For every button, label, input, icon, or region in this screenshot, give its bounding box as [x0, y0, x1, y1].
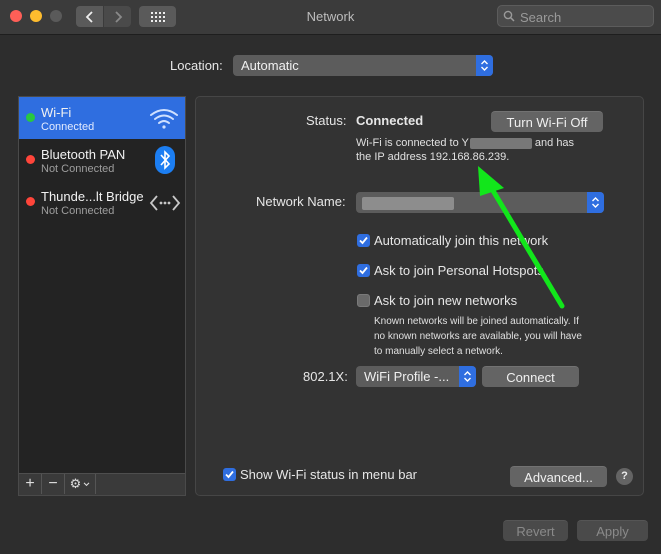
action-menu-button[interactable]: ⚙ [65, 474, 96, 494]
show-wifi-status-checkbox[interactable] [223, 468, 236, 481]
dot1x-profile-value: WiFi Profile -... [364, 369, 450, 384]
service-name: Wi-Fi [41, 105, 72, 120]
known-note-line-1: Known networks will be joined automatica… [374, 316, 579, 327]
status-label: Status: [306, 113, 347, 128]
gear-icon: ⚙ [69, 476, 82, 491]
dot1x-profile-popup[interactable]: WiFi Profile -... [356, 366, 476, 387]
status-dot [26, 197, 35, 206]
redacted-network-value [362, 197, 454, 211]
ask-new-networks-label: Ask to join new networks [374, 293, 518, 308]
service-list: Wi-Fi Connected Bluetooth PAN Not Connec… [18, 96, 186, 496]
location-value: Automatic [241, 58, 299, 73]
popup-arrows-icon [459, 366, 476, 387]
service-status: Connected [41, 121, 95, 133]
known-note-line-2: no known networks are available, you wil… [374, 331, 582, 342]
wifi-icon [150, 109, 178, 129]
search-field[interactable] [497, 5, 654, 27]
advanced-button[interactable]: Advanced... [510, 466, 607, 487]
auto-join-checkbox[interactable] [357, 234, 370, 247]
ask-hotspots-checkbox[interactable] [357, 264, 370, 277]
checkmark-icon [225, 470, 234, 479]
status-dot [26, 155, 35, 164]
turn-wifi-off-button[interactable]: Turn Wi-Fi Off [491, 111, 603, 132]
chevron-down-icon [83, 481, 90, 486]
title-bar: Network [0, 0, 661, 35]
redacted-network-name [469, 137, 532, 149]
popup-arrows-icon [476, 55, 493, 76]
status-desc-part-1: Wi-Fi is connected to Y [356, 137, 469, 149]
status-dot [26, 113, 35, 122]
location-label: Location: [170, 58, 223, 73]
service-item-thunderbolt-bridge[interactable]: Thunde...lt Bridge Not Connected [19, 181, 185, 223]
service-status: Not Connected [41, 205, 115, 217]
add-service-button[interactable]: + [19, 474, 42, 494]
status-description: Wi-Fi is connected to Y and has the IP ad… [356, 136, 574, 164]
service-item-bluetooth-pan[interactable]: Bluetooth PAN Not Connected [19, 139, 185, 181]
bluetooth-icon [155, 146, 175, 174]
network-name-label: Network Name: [256, 194, 346, 209]
service-list-toolbar: + − ⚙ [19, 473, 185, 495]
status-desc-part-2: and has [534, 137, 575, 149]
service-name: Bluetooth PAN [41, 147, 126, 162]
ask-hotspots-label: Ask to join Personal Hotspots [374, 263, 544, 278]
location-popup[interactable]: Automatic [233, 55, 493, 76]
checkmark-icon [359, 236, 368, 245]
service-status: Not Connected [41, 163, 115, 175]
apply-button[interactable]: Apply [577, 520, 648, 541]
checkmark-icon [359, 266, 368, 275]
network-name-popup[interactable] [356, 192, 604, 213]
search-input[interactable] [518, 8, 652, 26]
connect-button[interactable]: Connect [482, 366, 579, 387]
help-button[interactable]: ? [616, 468, 633, 485]
auto-join-label: Automatically join this network [374, 233, 549, 248]
popup-arrows-icon [587, 192, 604, 213]
thunderbolt-bridge-icon [149, 195, 181, 211]
search-icon [503, 10, 515, 22]
revert-button[interactable]: Revert [503, 520, 568, 541]
status-value: Connected [356, 113, 424, 128]
dot1x-label: 802.1X: [303, 369, 348, 384]
known-note-line-3: to manually select a network. [374, 346, 503, 357]
service-item-wifi[interactable]: Wi-Fi Connected [19, 97, 185, 139]
remove-service-button[interactable]: − [42, 474, 65, 494]
show-wifi-status-label: Show Wi-Fi status in menu bar [240, 467, 418, 482]
service-name: Thunde...lt Bridge [41, 189, 144, 204]
known-networks-note: Known networks will be joined automatica… [374, 314, 582, 359]
ask-new-networks-checkbox[interactable] [357, 294, 370, 307]
ip-address-text: the IP address 192.168.86.239. [356, 151, 510, 163]
